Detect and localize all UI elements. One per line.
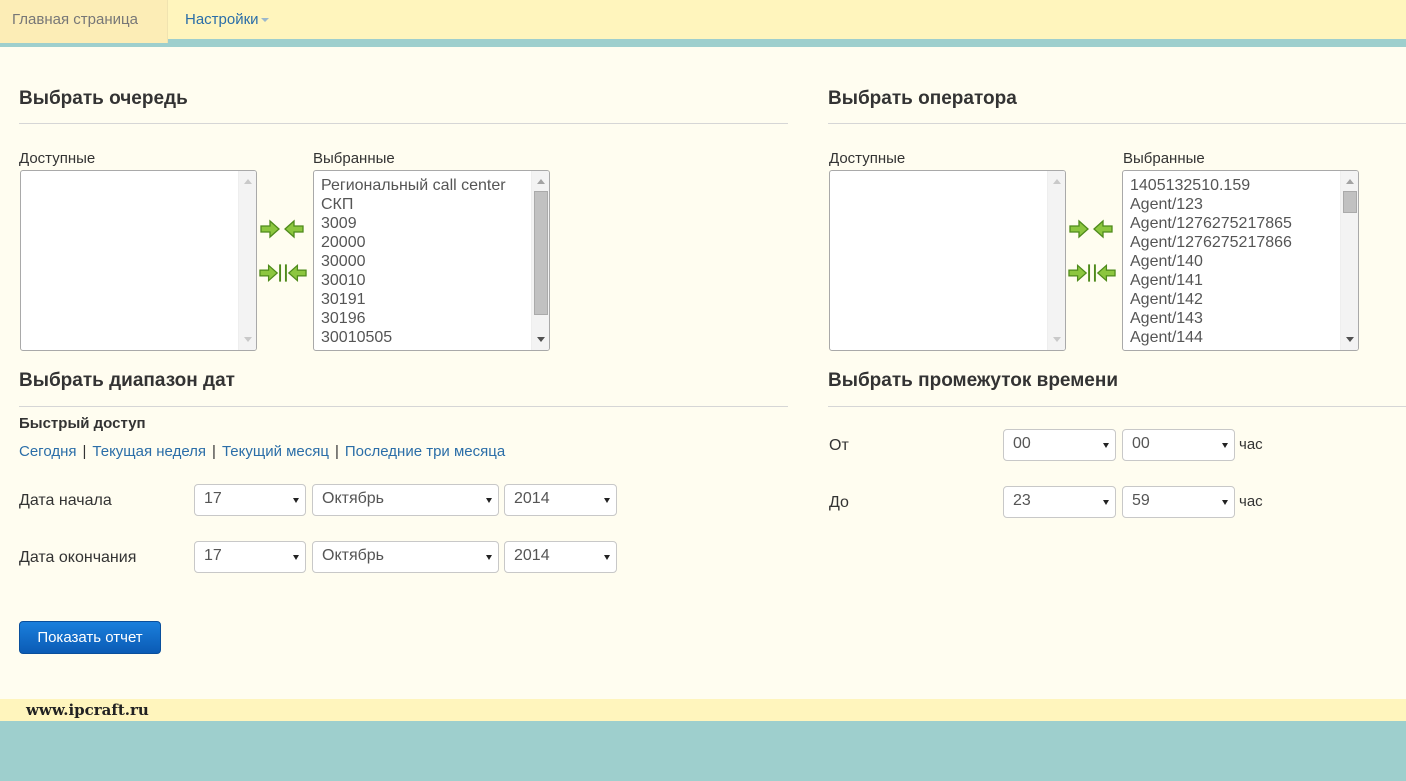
list-item[interactable]: Agent/142 xyxy=(1130,290,1358,309)
operator-available-label: Доступные xyxy=(829,150,906,167)
divider xyxy=(19,406,788,407)
list-item[interactable]: Agent/1276275217866 xyxy=(1130,233,1358,252)
footer-link[interactable]: www.ipcraft.ru xyxy=(26,701,149,719)
list-item[interactable]: Региональный call center xyxy=(321,176,549,195)
operator-available-list[interactable] xyxy=(829,170,1066,351)
divider xyxy=(828,123,1406,124)
queue-selected-items: Региональный call center СКП 3009 20000 … xyxy=(314,171,549,347)
start-day-select[interactable]: 17 xyxy=(194,484,306,516)
queue-available-list[interactable] xyxy=(20,170,257,351)
from-hour-select[interactable]: 00 xyxy=(1003,429,1116,461)
scrollbar[interactable] xyxy=(1340,171,1358,350)
queue-title: Выбрать очередь xyxy=(19,88,188,109)
divider xyxy=(19,123,788,124)
scrollbar-thumb[interactable] xyxy=(1343,191,1357,213)
queue-move-buttons xyxy=(259,207,307,295)
nav-settings[interactable]: Настройки xyxy=(168,0,286,39)
divider xyxy=(828,406,1406,407)
move-all-right-icon[interactable] xyxy=(1068,263,1091,283)
link-current-month[interactable]: Текущий месяц xyxy=(222,443,329,460)
start-date-label: Дата начала xyxy=(19,492,112,509)
move-all-left-icon[interactable] xyxy=(1093,263,1116,283)
list-item[interactable]: Agent/143 xyxy=(1130,309,1358,328)
from-unit-label: час xyxy=(1239,436,1263,453)
arrow-right-icon[interactable] xyxy=(259,219,281,239)
scrollbar[interactable] xyxy=(531,171,549,350)
operator-move-buttons xyxy=(1068,207,1116,295)
dates-title: Выбрать диапазон дат xyxy=(19,370,235,391)
nav-settings-label: Настройки xyxy=(185,11,259,28)
list-item[interactable]: Agent/141 xyxy=(1130,271,1358,290)
start-month-select[interactable]: Октябрь xyxy=(312,484,499,516)
nav-home[interactable]: Главная страница xyxy=(0,0,168,43)
report-form: Выбрать очередь Доступные Выбранные Реги… xyxy=(0,47,1406,699)
list-item[interactable]: 30196 xyxy=(321,309,549,328)
queue-selected-label: Выбранные xyxy=(313,150,395,167)
link-current-week[interactable]: Текущая неделя xyxy=(92,443,206,460)
end-date-label: Дата окончания xyxy=(19,549,137,566)
list-item[interactable]: 30010505 xyxy=(321,328,549,347)
quick-links: Сегодня | Текущая неделя | Текущий месяц | Пос… xyxy=(19,443,506,460)
scrollbar[interactable] xyxy=(1047,171,1065,350)
list-item[interactable]: 30191 xyxy=(321,290,549,309)
list-item[interactable]: Agent/144 xyxy=(1130,328,1358,347)
start-year-select[interactable]: 2014 xyxy=(504,484,617,516)
list-item[interactable]: 3009 xyxy=(321,214,549,233)
scrollbar[interactable] xyxy=(238,171,256,350)
list-item[interactable]: Agent/1276275217865 xyxy=(1130,214,1358,233)
end-day-select[interactable]: 17 xyxy=(194,541,306,573)
operator-selected-items: 1405132510.159 Agent/123 Agent/127627521… xyxy=(1123,171,1358,347)
link-last-three-months[interactable]: Последние три месяца xyxy=(345,443,505,460)
end-year-select[interactable]: 2014 xyxy=(504,541,617,573)
move-all-left-icon[interactable] xyxy=(284,263,307,283)
move-all-right-icon[interactable] xyxy=(259,263,282,283)
operator-selected-label: Выбранные xyxy=(1123,150,1205,167)
to-unit-label: час xyxy=(1239,493,1263,510)
queue-available-label: Доступные xyxy=(19,150,96,167)
footer: www.ipcraft.ru xyxy=(0,699,1406,721)
to-minute-select[interactable]: 59 xyxy=(1122,486,1235,518)
queue-selected-list[interactable]: Региональный call center СКП 3009 20000 … xyxy=(313,170,550,351)
from-minute-select[interactable]: 00 xyxy=(1122,429,1235,461)
from-label: От xyxy=(829,437,849,454)
top-nav: Главная страница Настройки xyxy=(0,0,1406,43)
list-item[interactable]: 20000 xyxy=(321,233,549,252)
arrow-right-icon[interactable] xyxy=(1068,219,1090,239)
operator-title: Выбрать оператора xyxy=(828,88,1017,109)
to-hour-select[interactable]: 23 xyxy=(1003,486,1116,518)
list-item[interactable]: 30000 xyxy=(321,252,549,271)
operator-selected-list[interactable]: 1405132510.159 Agent/123 Agent/127627521… xyxy=(1122,170,1359,351)
link-today[interactable]: Сегодня xyxy=(19,443,77,460)
chevron-down-icon xyxy=(260,18,269,23)
arrow-left-icon[interactable] xyxy=(283,219,305,239)
quick-access-label: Быстрый доступ xyxy=(19,415,146,432)
show-report-button[interactable]: Показать отчет xyxy=(19,621,161,654)
scrollbar-thumb[interactable] xyxy=(534,191,548,315)
end-month-select[interactable]: Октябрь xyxy=(312,541,499,573)
list-item[interactable]: СКП xyxy=(321,195,549,214)
to-label: До xyxy=(829,494,849,511)
list-item[interactable]: Agent/140 xyxy=(1130,252,1358,271)
arrow-left-icon[interactable] xyxy=(1092,219,1114,239)
list-item[interactable]: 1405132510.159 xyxy=(1130,176,1358,195)
time-title: Выбрать промежуток времени xyxy=(828,370,1119,391)
list-item[interactable]: 30010 xyxy=(321,271,549,290)
list-item[interactable]: Agent/123 xyxy=(1130,195,1358,214)
